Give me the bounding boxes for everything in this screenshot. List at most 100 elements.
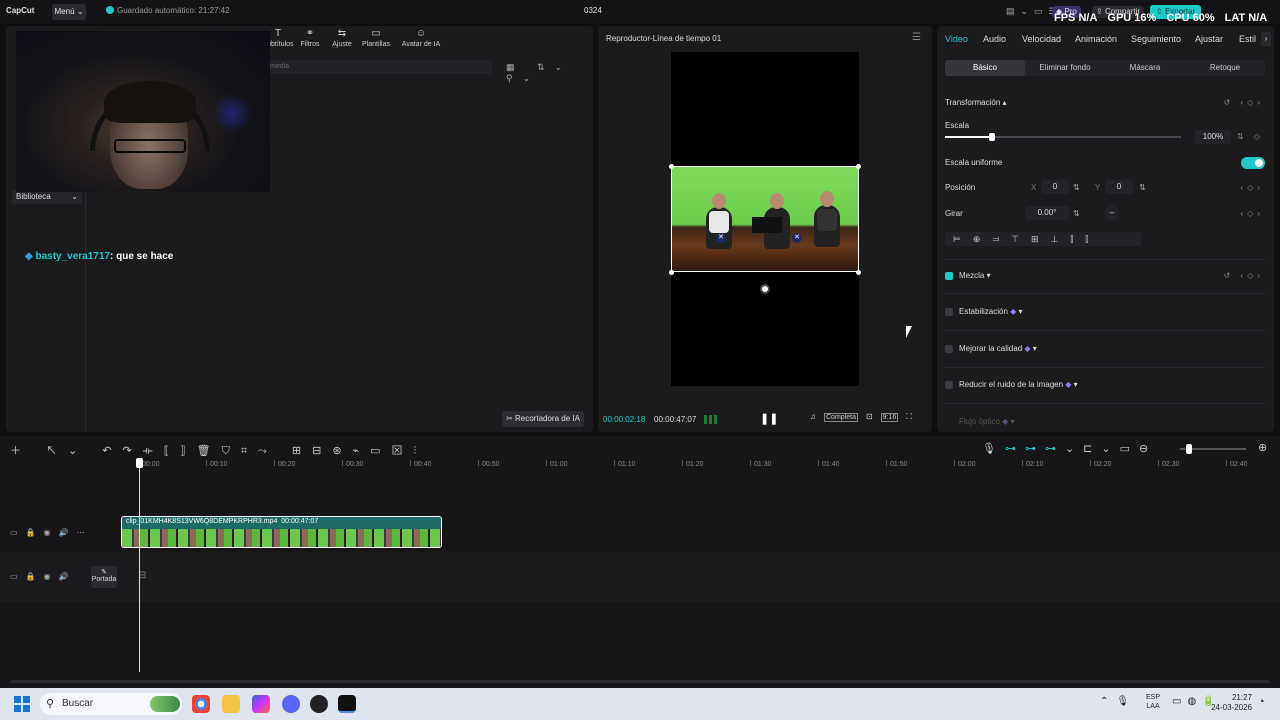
denoise-header[interactable]: Reducir el ruido de la imagen ◆ ▾ <box>959 380 1078 389</box>
blend-checkbox[interactable] <box>945 272 953 280</box>
timeline-scrollbar[interactable] <box>10 680 1270 683</box>
ruler-tick: 00:20 <box>274 460 296 468</box>
uniform-scale-toggle[interactable] <box>1241 157 1265 169</box>
pro-gem-icon: ◆ <box>1010 307 1017 316</box>
playhead-handle[interactable] <box>136 458 143 468</box>
notifications-icon[interactable]: ◔ <box>1258 696 1265 708</box>
position-label: Posición <box>945 183 976 192</box>
tool-templates[interactable]: ▭ Plantillas <box>356 28 396 48</box>
track-controls[interactable]: ▭🔒◉🔊⋯ <box>10 528 92 537</box>
time-ruler[interactable]: 00:00 00:10 00:20 00:30 00:40 00:50 01:00 01:10… <box>122 460 1272 472</box>
ruler-tick: 00:40 <box>410 460 432 468</box>
tab-video[interactable]: Video <box>945 34 968 44</box>
clock-date: 24-03-2026 <box>1211 703 1252 712</box>
enhance-checkbox[interactable] <box>945 345 953 353</box>
pos-y-field[interactable]: 0 <box>1105 180 1133 194</box>
start-button[interactable] <box>14 696 30 712</box>
capcut-taskbar-icon[interactable] <box>338 695 356 713</box>
scale-value-field[interactable]: 100% <box>1195 130 1231 144</box>
resize-handle[interactable] <box>856 270 861 275</box>
zoom-in-icon[interactable]: ⊕ <box>1258 441 1267 454</box>
rotate-keyframe[interactable]: ‹◇› <box>1241 209 1264 218</box>
stabilization-header[interactable]: Estabilización ◆ ▾ <box>959 307 1023 316</box>
media-search-input[interactable]: media <box>264 60 492 74</box>
media-view-controls[interactable]: ▦ ⇅⌄ ⚲⌄ <box>506 62 593 84</box>
timeline-toolbar[interactable]: ＋ ↖⌄ ↶↷⟛⟦⟧🗑⛉⌗⤳ ⊞⊟⊛⌁▭⊠⫶ <box>10 442 427 458</box>
player-menu-icon[interactable]: ☰ <box>912 32 921 43</box>
tool-label: Ajuste <box>332 41 352 48</box>
tab-tracking[interactable]: Seguimiento <box>1131 34 1181 44</box>
ai-cutter-button[interactable]: ✂ Recortadora de IA <box>502 411 584 427</box>
pos-x-field[interactable]: 0 <box>1041 180 1069 194</box>
timeline-right-tools[interactable]: 🎙⊶⊶⊶⌄⊏⌄▭⊖ <box>982 442 1157 455</box>
taskbar-search[interactable]: ⚲ Buscar <box>40 693 182 715</box>
rotate-field[interactable]: 0.00° <box>1025 206 1069 220</box>
playhead[interactable] <box>139 464 140 672</box>
library-dropdown[interactable]: Biblioteca ⌄ <box>12 190 82 204</box>
language-indicator[interactable]: ESP LAA <box>1146 693 1160 711</box>
subtab-retouch[interactable]: Retoque <box>1185 60 1265 76</box>
resize-handle[interactable] <box>669 270 674 275</box>
cpu-stat: CPU 60% <box>1166 12 1215 24</box>
scale-slider-handle[interactable] <box>989 133 996 141</box>
ruler-tick: 02:30 <box>1158 460 1180 468</box>
tab-speed[interactable]: Velocidad <box>1022 34 1061 44</box>
stabilization-checkbox[interactable] <box>945 308 953 316</box>
tab-adjust[interactable]: Ajustar <box>1195 34 1223 44</box>
tool-ai-avatar[interactable]: ☺ Avatar de IA <box>398 28 444 48</box>
scale-keyframe[interactable]: ⇅ ◇ <box>1237 132 1264 141</box>
system-tray[interactable]: ⌃🎙 <box>1100 696 1137 707</box>
scale-label: Escala <box>945 121 970 130</box>
resize-handle[interactable] <box>856 164 861 169</box>
subtab-remove-bg[interactable]: Eliminar fondo <box>1025 60 1105 76</box>
track-controls[interactable]: ▭🔒◉🔊 <box>10 572 76 581</box>
resize-handle[interactable] <box>669 164 674 169</box>
aspect-ratio-button[interactable]: 9:16 <box>880 413 899 422</box>
stepper-icon[interactable]: ⇅ <box>1139 183 1146 192</box>
denoise-checkbox[interactable] <box>945 381 953 389</box>
ruler-tick: 02:10 <box>1022 460 1044 468</box>
enhance-header[interactable]: Mejorar la calidad ◆ ▾ <box>959 344 1037 353</box>
chat-username: basty_vera1717 <box>35 251 110 262</box>
blend-section-header[interactable]: Mezcla ▾ <box>959 271 991 280</box>
tab-animation[interactable]: Animación <box>1075 34 1117 44</box>
file-explorer-icon[interactable] <box>222 695 240 713</box>
zoom-slider-handle[interactable] <box>1186 444 1192 454</box>
chrome-icon[interactable] <box>192 695 210 713</box>
align-toolbar[interactable]: ⊨⊕⫤⊤⊞⊥⫿⫿ <box>945 232 1141 246</box>
obs-icon[interactable] <box>310 695 328 713</box>
subtab-basic[interactable]: Básico <box>945 60 1025 76</box>
ruler-tick: 02:20 <box>1090 460 1112 468</box>
transform-section-header[interactable]: Transformación ▴ <box>945 98 1007 107</box>
discord-icon[interactable] <box>282 695 300 713</box>
audio-track-icon[interactable]: ♫ <box>810 412 816 421</box>
chevron-right-icon[interactable]: › <box>1261 32 1271 46</box>
video-clip[interactable]: clip_01KMH4K8S13VW6Q8DEMPKRPHR3.mp4 00:0… <box>121 516 442 548</box>
snapshot-icon[interactable]: ⊡ <box>866 412 873 421</box>
copilot-icon[interactable] <box>252 695 270 713</box>
pause-button[interactable]: ❚❚ <box>760 412 778 425</box>
optical-flow-header[interactable]: Flujo óptico ◆ ▾ <box>959 417 1015 426</box>
enhance-label: Mejorar la calidad <box>959 344 1023 353</box>
fullscreen-icon[interactable]: ⛶ <box>906 412 912 421</box>
blend-controls[interactable]: ↺ ‹◇› <box>1224 271 1264 280</box>
ruler-tick: 00:10 <box>206 460 228 468</box>
transform-controls[interactable]: ↺ ‹◇› <box>1224 98 1264 107</box>
clock[interactable]: 21:27 24-03-2026 <box>1206 693 1252 713</box>
stepper-icon[interactable]: ⇅ <box>1073 183 1080 192</box>
cover-button[interactable]: ✎ Portada <box>91 566 117 588</box>
tab-audio[interactable]: Audio <box>983 34 1006 44</box>
ruler-label: 01:10 <box>618 461 636 468</box>
subtab-mask[interactable]: Máscara <box>1105 60 1185 76</box>
stepper-icon[interactable]: ⇅ <box>1073 209 1080 218</box>
position-keyframe[interactable]: ‹◇› <box>1241 183 1264 192</box>
main-track-lane <box>0 552 1280 602</box>
tool-label: Avatar de IA <box>401 41 441 48</box>
tab-style[interactable]: Estil <box>1239 34 1256 44</box>
video-preview[interactable]: ✕ ✕ <box>671 166 859 272</box>
rotate-handle[interactable] <box>760 284 770 294</box>
menu-button[interactable]: Menú ⌄ <box>52 4 86 20</box>
quality-button[interactable]: Completa <box>824 413 858 422</box>
rotate-dial[interactable]: – <box>1105 206 1119 220</box>
ruler-label: 02:00 <box>958 461 976 468</box>
